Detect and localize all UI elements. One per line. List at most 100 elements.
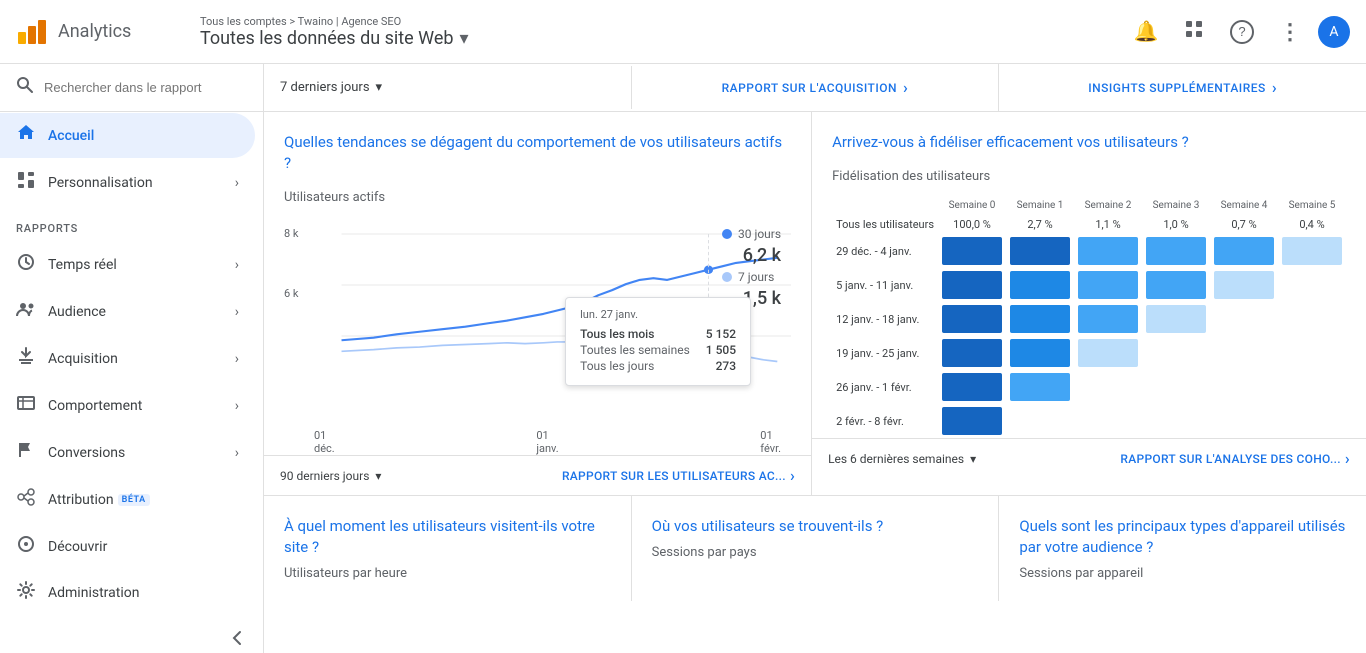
cohort-cell: [1210, 302, 1278, 336]
acquisition-report-link[interactable]: RAPPORT SUR L'ACQUISITION ›: [632, 64, 1000, 111]
cohort-cell: [1142, 336, 1210, 370]
sidebar-item-conversions[interactable]: Conversions ›: [0, 430, 255, 475]
active-users-chart: 8 k 6 k: [284, 217, 791, 417]
audience-icon: [16, 299, 36, 324]
cohort-row: 12 janv. - 18 janv.: [832, 302, 1346, 336]
cohort-row: 19 janv. - 25 janv.: [832, 336, 1346, 370]
cohort-heatmap: Semaine 0 Semaine 1 Semaine 2 Semaine 3 …: [832, 196, 1346, 438]
expand-arrow-personnalisation: ›: [235, 175, 239, 191]
cohort-cell: [1006, 234, 1074, 268]
acquisition-icon: [16, 346, 36, 371]
cohort-cell: [1074, 302, 1142, 336]
bottom-panel-2: Quels sont les principaux types d'appare…: [999, 496, 1366, 601]
top-bar: 7 derniers jours ▾ RAPPORT SUR L'ACQUISI…: [264, 64, 1366, 112]
sidebar-label-conversions: Conversions: [48, 445, 125, 461]
discover-icon: [16, 534, 36, 559]
date-selector[interactable]: 7 derniers jours ▾: [264, 66, 632, 109]
cohort-col-semaine1: Semaine 1: [1006, 196, 1074, 215]
cohort-cell: [938, 234, 1006, 268]
footer-chevron-down-right: ▾: [970, 452, 976, 466]
tooltip-label-1: Tous les mois: [580, 327, 654, 341]
sidebar-label-accueil: Accueil: [48, 128, 94, 144]
sidebar-collapse-button[interactable]: [0, 616, 263, 653]
settings-icon: [16, 580, 36, 605]
bottom-question-0: À quel moment les utilisateurs visitent-…: [284, 516, 611, 558]
bottom-panel-1: Où vos utilisateurs se trouvent-ils ? Se…: [632, 496, 1000, 601]
cohort-cell: [1210, 234, 1278, 268]
x-label-feb: 01févr.: [760, 429, 781, 455]
cohort-col-semaine3: Semaine 3: [1142, 196, 1210, 215]
cohort-allusers-pct-3: 1,0 %: [1142, 215, 1210, 234]
account-selector[interactable]: Toutes les données du site Web ▾: [200, 28, 469, 49]
sidebar-item-comportement[interactable]: Comportement ›: [0, 383, 255, 428]
footer-date-selector-right[interactable]: Les 6 dernières semaines ▾: [828, 452, 976, 466]
home-icon: [16, 123, 36, 148]
sidebar-item-accueil[interactable]: Accueil: [0, 113, 255, 158]
tooltip-row-2: Toutes les semaines 1 505: [580, 343, 736, 357]
legend-30days: 30 jours: [722, 227, 781, 241]
cohort-col-header-empty: [832, 196, 938, 215]
sidebar-item-temps-reel[interactable]: Temps réel ›: [0, 242, 255, 287]
left-panel-footer-link[interactable]: RAPPORT SUR LES UTILISATEURS AC... ›: [562, 466, 795, 485]
clock-icon: [16, 252, 36, 277]
x-label-jan: 01janv.: [536, 429, 558, 455]
bottom-panel-0: À quel moment les utilisateurs visitent-…: [264, 496, 632, 601]
sidebar-label-personnalisation: Personnalisation: [48, 175, 153, 191]
dashboard-row-2: À quel moment les utilisateurs visitent-…: [264, 496, 1366, 601]
sidebar-label-temps-reel: Temps réel: [48, 257, 117, 273]
panel-question-right: Arrivez-vous à fidéliser efficacement vo…: [832, 132, 1346, 153]
notifications-button[interactable]: 🔔: [1126, 12, 1166, 52]
right-panel-footer-link[interactable]: RAPPORT SUR L'ANALYSE DES COHO... ›: [1120, 449, 1350, 468]
cohort-allusers-pct-1: 2,7 %: [1006, 215, 1074, 234]
expand-arrow-temps-reel: ›: [235, 257, 239, 273]
avatar[interactable]: A: [1318, 16, 1350, 48]
tooltip-row-3: Tous les jours 273: [580, 359, 736, 373]
sidebar-item-administration[interactable]: Administration: [0, 570, 255, 615]
tooltip-date: lun. 27 janv.: [580, 308, 736, 321]
x-label-dec: 01déc.: [314, 429, 335, 455]
cohort-cell: [1278, 370, 1346, 404]
bottom-question-2: Quels sont les principaux types d'appare…: [1019, 516, 1346, 558]
footer-chevron-down: ▾: [375, 469, 381, 483]
sidebar-item-personnalisation[interactable]: Personnalisation ›: [0, 160, 255, 205]
cohort-allusers-pct-2: 1,1 %: [1074, 215, 1142, 234]
tooltip-row-1: Tous les mois 5 152: [580, 327, 736, 341]
cohort-allusers-label: Tous les utilisateurs: [832, 215, 938, 234]
sidebar-item-acquisition[interactable]: Acquisition ›: [0, 336, 255, 381]
main-content: 7 derniers jours ▾ RAPPORT SUR L'ACQUISI…: [264, 64, 1366, 653]
more-button[interactable]: ⋮: [1270, 12, 1310, 52]
cohort-all-users-row: Tous les utilisateurs 100,0 % 2,7 % 1,1 …: [832, 215, 1346, 234]
footer-date-selector-left[interactable]: 90 derniers jours ▾: [280, 469, 381, 483]
sidebar: Accueil Personnalisation › RAPPORTS Temp…: [0, 64, 264, 653]
legend-dot-7d: [722, 272, 732, 282]
cohort-allusers-pct-0: 100,0 %: [938, 215, 1006, 234]
expand-arrow-acquisition: ›: [235, 351, 239, 367]
cohort-cell: [1006, 336, 1074, 370]
apps-button[interactable]: [1174, 12, 1214, 52]
retention-panel: Arrivez-vous à fidéliser efficacement vo…: [812, 112, 1366, 495]
account-dropdown-arrow: ▾: [460, 28, 469, 49]
cohort-cell: [1142, 302, 1210, 336]
sidebar-item-audience[interactable]: Audience ›: [0, 289, 255, 334]
cohort-row: 2 févr. - 8 févr.: [832, 404, 1346, 438]
cohort-col-semaine5: Semaine 5: [1278, 196, 1346, 215]
flag-icon: [16, 440, 36, 465]
cohort-cell: [1210, 404, 1278, 438]
dashboard-row-1: Quelles tendances se dégagent du comport…: [264, 112, 1366, 496]
left-panel-footer: 90 derniers jours ▾ RAPPORT SUR LES UTIL…: [264, 455, 811, 495]
cohort-cell: [1074, 370, 1142, 404]
cohort-cell: [938, 370, 1006, 404]
cohort-cell: [1278, 336, 1346, 370]
help-button[interactable]: ?: [1222, 12, 1262, 52]
sidebar-item-attribution[interactable]: Attribution BÉTA: [0, 477, 255, 522]
insights-link[interactable]: INSIGHTS SUPPLÉMENTAIRES ›: [999, 64, 1366, 111]
expand-arrow-audience: ›: [235, 304, 239, 320]
search-input[interactable]: [44, 80, 247, 95]
chevron-right-icon-acquisition: ›: [903, 78, 908, 97]
right-panel-footer: Les 6 dernières semaines ▾ RAPPORT SUR L…: [812, 438, 1366, 478]
cohort-cell: [1006, 268, 1074, 302]
y-label-8k: 8 k: [284, 227, 299, 240]
tooltip-label-3: Tous les jours: [580, 359, 654, 373]
header-actions: 🔔 ? ⋮ A: [1126, 12, 1350, 52]
sidebar-item-decouvrir[interactable]: Découvrir: [0, 524, 255, 569]
